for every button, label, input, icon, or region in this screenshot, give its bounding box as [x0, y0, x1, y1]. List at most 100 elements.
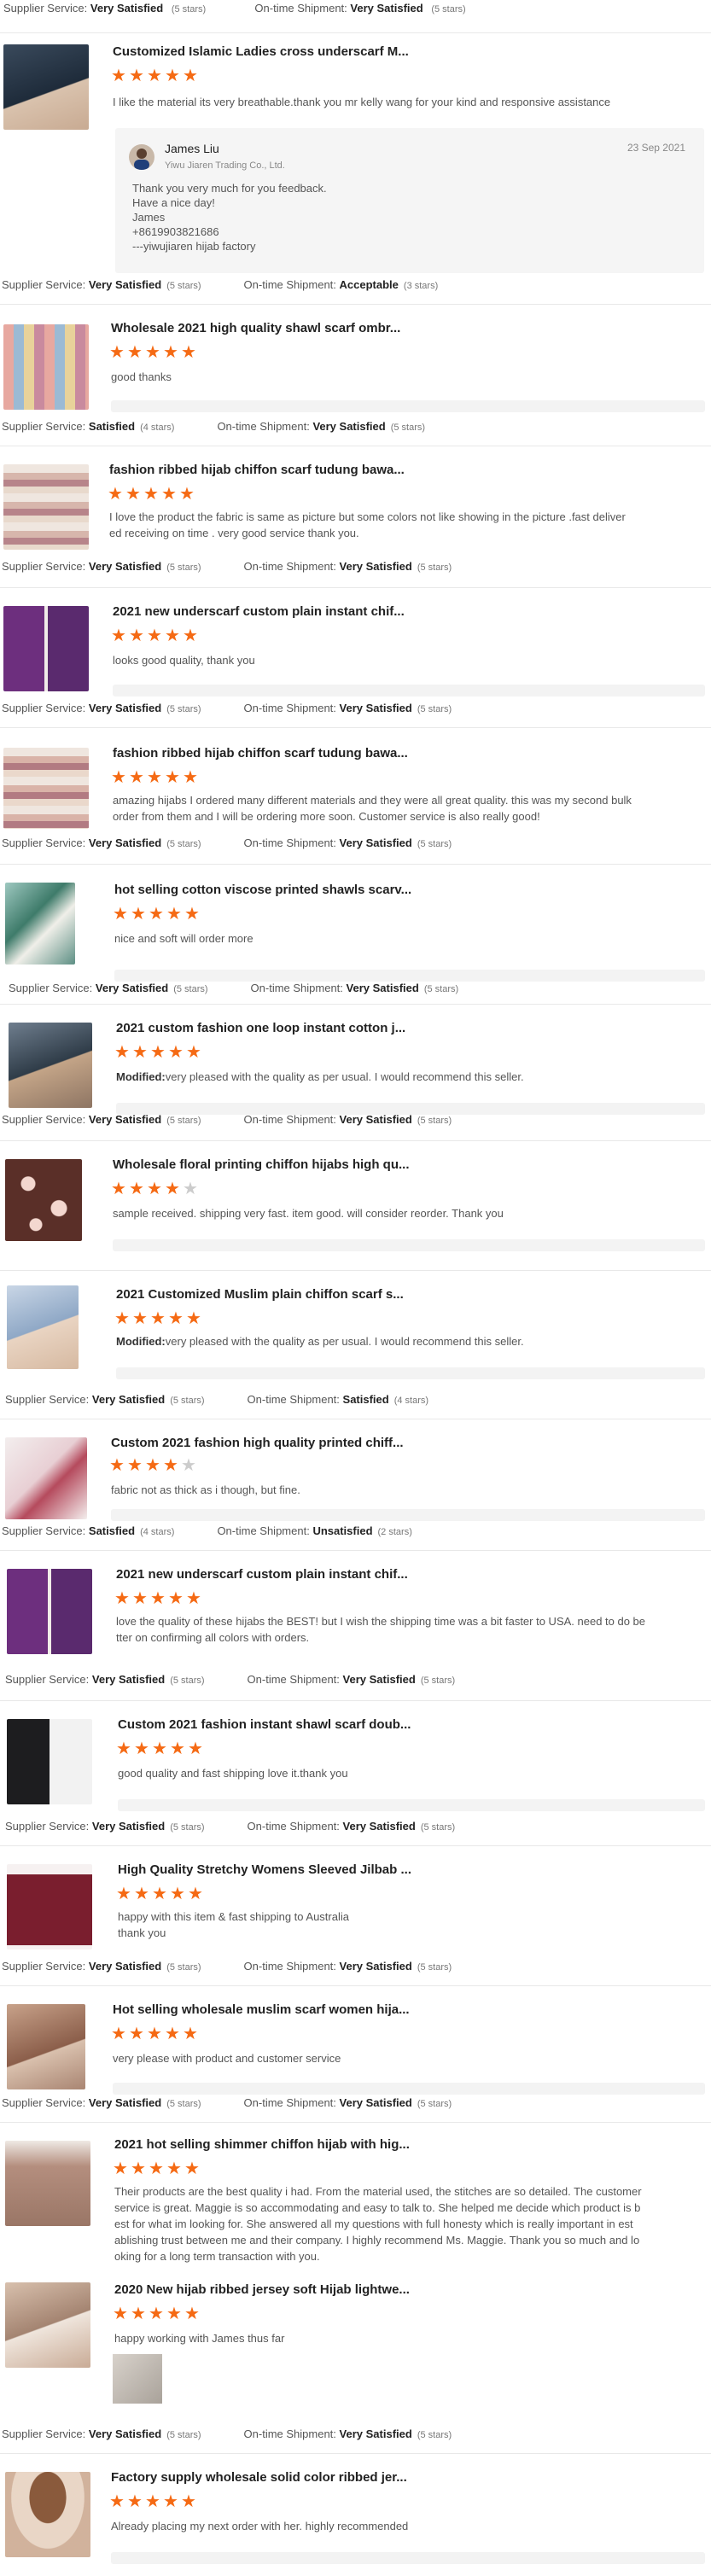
- rating-summary: Supplier Service: Very Satisfied (5 stars…: [5, 1393, 429, 1406]
- product-title[interactable]: 2020 New hijab ribbed jersey soft Hijab …: [114, 2282, 410, 2297]
- star-filled-icon: ★: [149, 2159, 164, 2178]
- product-title[interactable]: 2021 new underscarf custom plain instant…: [116, 1567, 408, 1582]
- product-title[interactable]: Custom 2021 fashion instant shawl scarf …: [118, 1717, 411, 1732]
- rating-stars: ★ ★ ★ ★ ★: [111, 2025, 201, 2043]
- product-thumbnail[interactable]: [5, 2472, 90, 2557]
- star-filled-icon: ★: [166, 2159, 182, 2178]
- rating-summary: Supplier Service: Very Satisfied (5 stars…: [2, 836, 452, 849]
- product-title[interactable]: Factory supply wholesale solid color rib…: [111, 2470, 407, 2485]
- star-filled-icon: ★: [183, 2025, 198, 2043]
- product-thumbnail[interactable]: [9, 1023, 92, 1108]
- star-filled-icon: ★: [163, 1456, 178, 1475]
- star-filled-icon: ★: [129, 1180, 144, 1198]
- star-filled-icon: ★: [166, 905, 182, 924]
- product-title[interactable]: Wholesale 2021 high quality shawl scarf …: [111, 321, 400, 335]
- product-thumbnail[interactable]: [3, 44, 89, 130]
- product-thumbnail[interactable]: [7, 1864, 92, 1949]
- star-filled-icon: ★: [168, 1309, 184, 1328]
- product-title[interactable]: 2021 hot selling shimmer chiffon hijab w…: [114, 2137, 410, 2152]
- star-filled-icon: ★: [166, 2305, 182, 2323]
- rating-summary: Supplier Service: Very Satisfied (5 stars…: [2, 1113, 452, 1126]
- star-filled-icon: ★: [163, 343, 178, 362]
- review-text: Modified:very pleased with the quality a…: [116, 1070, 524, 1083]
- product-thumbnail[interactable]: [5, 2282, 90, 2368]
- star-filled-icon: ★: [129, 67, 144, 85]
- star-filled-icon: ★: [132, 1309, 148, 1328]
- rating-summary: Supplier Service: Very Satisfied (5 star…: [3, 2, 466, 15]
- star-filled-icon: ★: [186, 1043, 201, 1062]
- rating-summary: Supplier Service: Very Satisfied (5 stars…: [9, 982, 459, 994]
- product-title[interactable]: 2021 new underscarf custom plain instant…: [113, 604, 405, 619]
- star-filled-icon: ★: [132, 1589, 148, 1608]
- product-title[interactable]: 2021 custom fashion one loop instant cot…: [116, 1021, 405, 1035]
- star-filled-icon: ★: [127, 343, 143, 362]
- product-thumbnail[interactable]: [7, 2004, 85, 2089]
- rating-summary: Supplier Service: Very Satisfied (5 stars…: [5, 1673, 456, 1686]
- star-empty-icon: ★: [181, 1456, 196, 1475]
- star-filled-icon: ★: [183, 67, 198, 85]
- product-thumbnail[interactable]: [5, 2141, 90, 2226]
- star-filled-icon: ★: [116, 1740, 131, 1758]
- product-title[interactable]: 2021 Customized Muslim plain chiffon sca…: [116, 1287, 404, 1302]
- product-thumbnail[interactable]: [5, 1159, 82, 1241]
- supplier-service-value: Very Satisfied: [90, 2, 164, 15]
- star-filled-icon: ★: [111, 1180, 126, 1198]
- supplier-service-stars: (5 stars): [171, 4, 207, 15]
- rating-summary: Supplier Service: Very Satisfied (5 stars…: [2, 2427, 452, 2440]
- star-filled-icon: ★: [179, 485, 195, 504]
- review-divider-shade: [111, 1509, 705, 1521]
- rating-stars: ★ ★ ★ ★ ★: [114, 1589, 204, 1608]
- rating-stars: ★ ★ ★ ★ ★: [113, 906, 202, 924]
- product-thumbnail[interactable]: [7, 1719, 92, 1804]
- rating-summary: Supplier Service: Very Satisfied (5 stars…: [2, 702, 452, 714]
- star-filled-icon: ★: [168, 1043, 184, 1062]
- product-thumbnail[interactable]: [3, 324, 89, 410]
- product-title[interactable]: fashion ribbed hijab chiffon scarf tudun…: [113, 746, 408, 761]
- rating-summary: Supplier Service: Satisfied (4 stars) On-t…: [2, 1524, 412, 1537]
- star-filled-icon: ★: [116, 1885, 131, 1903]
- star-filled-icon: ★: [149, 905, 164, 924]
- product-title[interactable]: Hot selling wholesale muslim scarf women…: [113, 2002, 410, 2017]
- product-title[interactable]: High Quality Stretchy Womens Sleeved Jil…: [118, 1862, 411, 1877]
- star-filled-icon: ★: [165, 1180, 180, 1198]
- star-filled-icon: ★: [109, 2492, 125, 2511]
- rating-stars: ★ ★ ★ ★ ★: [109, 1456, 199, 1475]
- product-thumbnail[interactable]: [5, 1437, 87, 1519]
- product-thumbnail[interactable]: [7, 1569, 92, 1654]
- product-title[interactable]: Custom 2021 fashion high quality printed…: [111, 1436, 404, 1450]
- star-filled-icon: ★: [165, 627, 180, 645]
- reply-author-name: James Liu: [165, 142, 219, 155]
- product-title[interactable]: hot selling cotton viscose printed shawl…: [114, 883, 411, 897]
- star-filled-icon: ★: [143, 485, 159, 504]
- star-empty-icon: ★: [183, 1180, 198, 1198]
- review-text: happy working with James thus far: [114, 2332, 285, 2345]
- product-thumbnail[interactable]: [5, 883, 75, 965]
- star-filled-icon: ★: [132, 1043, 148, 1062]
- product-thumbnail[interactable]: [3, 606, 89, 691]
- star-filled-icon: ★: [131, 905, 146, 924]
- star-filled-icon: ★: [129, 627, 144, 645]
- star-filled-icon: ★: [134, 1740, 149, 1758]
- divider: [0, 1550, 711, 1551]
- product-title[interactable]: Customized Islamic Ladies cross undersca…: [113, 44, 409, 59]
- star-filled-icon: ★: [145, 343, 160, 362]
- product-thumbnail[interactable]: [3, 748, 89, 829]
- divider: [0, 1140, 711, 1141]
- review-text: Already placing my next order with her. …: [111, 2520, 409, 2532]
- divider: [0, 2122, 711, 2123]
- product-title[interactable]: fashion ribbed hijab chiffon scarf tudun…: [109, 463, 405, 477]
- star-filled-icon: ★: [184, 905, 200, 924]
- star-filled-icon: ★: [165, 67, 180, 85]
- star-filled-icon: ★: [131, 2159, 146, 2178]
- rating-stars: ★ ★ ★ ★ ★: [113, 2305, 202, 2323]
- divider: [0, 2453, 711, 2454]
- product-thumbnail[interactable]: [3, 464, 89, 550]
- star-filled-icon: ★: [147, 2025, 162, 2043]
- modified-label: Modified:: [116, 1070, 166, 1083]
- review-photo[interactable]: [113, 2354, 162, 2404]
- product-thumbnail[interactable]: [7, 1285, 79, 1369]
- product-title[interactable]: Wholesale floral printing chiffon hijabs…: [113, 1157, 410, 1172]
- star-filled-icon: ★: [114, 1589, 130, 1608]
- reply-company: Yiwu Jiaren Trading Co., Ltd.: [165, 160, 285, 171]
- rating-stars: ★ ★ ★ ★ ★: [114, 1309, 204, 1328]
